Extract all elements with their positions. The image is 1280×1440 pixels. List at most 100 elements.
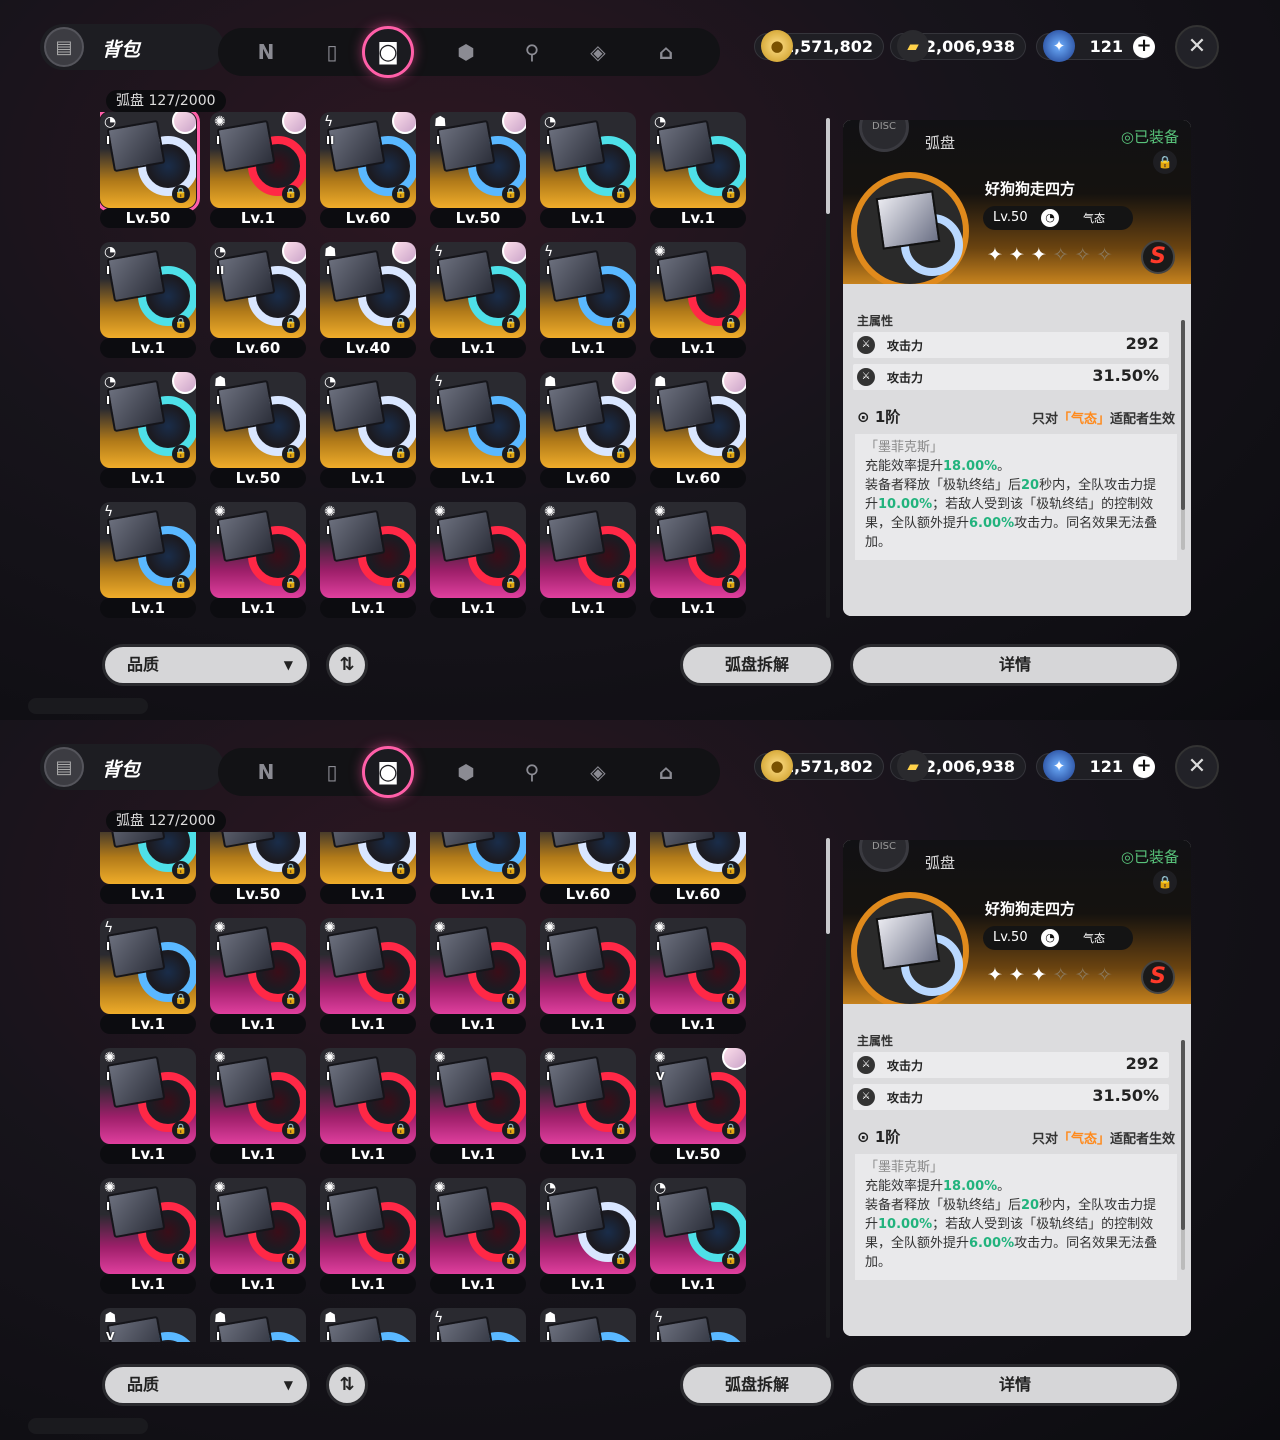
disc-slot[interactable]: 🔒 Lv.1 xyxy=(320,832,416,904)
grid-scrollbar-thumb[interactable] xyxy=(826,838,830,934)
detail-scrollbar-thumb[interactable] xyxy=(1181,1040,1185,1230)
disc-slot[interactable]: 🔒 Lv.50 xyxy=(210,832,306,904)
disc-slot[interactable]: ✺ I 🔒 Lv.1 xyxy=(650,502,746,618)
disc-slot[interactable]: ☗V🔒 xyxy=(100,1308,196,1342)
disc-slot[interactable]: ◔ I 🔒 Lv.1 xyxy=(650,1178,746,1294)
stat-row: ⚔ 攻击力 31.50% xyxy=(853,364,1169,390)
disc-slot[interactable]: ✺ I 🔒 Lv.1 xyxy=(210,918,306,1034)
disc-slot[interactable]: ✺ I 🔒 Lv.1 xyxy=(540,502,636,618)
disc-tab-icon[interactable]: ◙ xyxy=(362,746,414,798)
lock-icon[interactable]: 🔒 xyxy=(1153,870,1177,894)
disc-slot[interactable]: ✺ I 🔒 Lv.1 xyxy=(210,502,306,618)
details-button[interactable]: 详情 xyxy=(850,644,1180,686)
disc-slot[interactable]: 🔒 Lv.60 xyxy=(540,832,636,904)
disc-level: Lv.1 xyxy=(100,1274,196,1294)
disc-slot[interactable]: ◔ I 🔒 Lv.50 xyxy=(100,112,200,228)
disc-slot[interactable]: ◔ I 🔒 Lv.1 xyxy=(100,372,196,488)
disc-slot[interactable]: ☗ I 🔒 Lv.50 xyxy=(210,372,306,488)
home-icon[interactable]: ⌂ xyxy=(650,756,682,788)
attribute-icon: ☗ xyxy=(214,1310,227,1326)
food-icon[interactable]: ⚲ xyxy=(516,756,548,788)
disc-rank: I xyxy=(656,134,661,147)
home-icon[interactable]: ⌂ xyxy=(650,36,682,68)
tab-n-icon[interactable]: N xyxy=(250,36,282,68)
disc-slot[interactable]: ◔ I 🔒 Lv.1 xyxy=(540,112,636,228)
disc-slot[interactable]: ✺ I 🔒 Lv.1 xyxy=(320,1048,416,1164)
sort-toggle-button[interactable]: ⇅ xyxy=(326,1364,368,1406)
grid-scrollbar-thumb[interactable] xyxy=(826,118,830,214)
quality-filter-dropdown[interactable]: 品质 ▼ xyxy=(102,644,310,686)
disc-slot[interactable]: ◔ I 🔒 Lv.1 xyxy=(540,1178,636,1294)
disc-slot[interactable]: ✺ I 🔒 Lv.1 xyxy=(540,918,636,1034)
attribute-icon: ◔ xyxy=(324,374,337,390)
stat-row: ⚔ 攻击力 292 xyxy=(853,332,1169,358)
disc-tab-icon[interactable]: ◙ xyxy=(362,26,414,78)
disc-slot[interactable]: ☗I🔒 xyxy=(320,1308,416,1342)
disc-slot[interactable]: 🔒 Lv.60 xyxy=(650,832,746,904)
disc-slot[interactable]: ✺ I 🔒 Lv.1 xyxy=(320,918,416,1034)
attribute-icon: ϟ xyxy=(104,504,114,520)
disc-slot[interactable]: ϟ I 🔒 Lv.1 xyxy=(100,502,196,618)
disc-slot[interactable]: ✺ I 🔒 Lv.1 xyxy=(430,1048,526,1164)
disc-slot[interactable]: ✺ I 🔒 Lv.1 xyxy=(210,1178,306,1294)
disc-slot[interactable]: ☗ I 🔒 Lv.50 xyxy=(430,112,526,228)
disc-slot[interactable]: ϟ II 🔒 Lv.60 xyxy=(320,112,416,228)
disc-slot[interactable]: ✺ I 🔒 Lv.1 xyxy=(430,1178,526,1294)
sort-toggle-button[interactable]: ⇅ xyxy=(326,644,368,686)
disc-slot[interactable]: ✺ I 🔒 Lv.1 xyxy=(210,1048,306,1164)
disc-slot[interactable]: ◔ I 🔒 Lv.1 xyxy=(650,112,746,228)
lock-icon[interactable]: 🔒 xyxy=(1153,150,1177,174)
disc-slot[interactable]: ☗I🔒 xyxy=(210,1308,306,1342)
disc-slot[interactable]: ϟ I 🔒 Lv.1 xyxy=(430,242,526,358)
quality-filter-dropdown[interactable]: 品质 ▼ xyxy=(102,1364,310,1406)
disc-slot[interactable]: ✺ I 🔒 Lv.1 xyxy=(320,502,416,618)
disc-slot[interactable]: ✺ I 🔒 Lv.1 xyxy=(430,918,526,1034)
disc-slot[interactable]: ✺ I 🔒 Lv.1 xyxy=(430,502,526,618)
disc-slot[interactable]: ϟ I 🔒 Lv.1 xyxy=(540,242,636,358)
gameboy-icon[interactable]: ▯ xyxy=(316,756,348,788)
disc-slot[interactable]: ✺ I 🔒 Lv.1 xyxy=(540,1048,636,1164)
disc-slot[interactable]: ϟ I 🔒 Lv.1 xyxy=(430,372,526,488)
cube-icon[interactable]: ◈ xyxy=(582,36,614,68)
disc-slot[interactable]: ✺ I 🔒 Lv.1 xyxy=(320,1178,416,1294)
disc-slot[interactable]: 🔒 Lv.1 xyxy=(100,832,196,904)
tab-n-icon[interactable]: N xyxy=(250,756,282,788)
disc-slot[interactable]: ✺ I 🔒 Lv.1 xyxy=(650,918,746,1034)
disc-slot[interactable]: ϟI🔒 xyxy=(430,1308,526,1342)
disc-slot[interactable]: ✺ I 🔒 Lv.1 xyxy=(100,1178,196,1294)
dismantle-button[interactable]: 弧盘拆解 xyxy=(680,644,834,686)
cube-icon[interactable]: ◈ xyxy=(582,756,614,788)
disc-slot[interactable]: ✺ I 🔒 Lv.1 xyxy=(100,1048,196,1164)
disc-slot[interactable]: ✺ V 🔒 Lv.50 xyxy=(650,1048,746,1164)
lock-icon: 🔒 xyxy=(612,1121,630,1139)
disc-slot[interactable]: ☗ I 🔒 Lv.60 xyxy=(650,372,746,488)
disc-slot[interactable]: ☗ I 🔒 Lv.40 xyxy=(320,242,416,358)
disc-slot[interactable]: ϟI🔒 xyxy=(650,1308,746,1342)
add-gem-button[interactable]: + xyxy=(1133,36,1155,58)
add-gem-button[interactable]: + xyxy=(1133,756,1155,778)
box-icon[interactable]: ⬢ xyxy=(450,36,482,68)
dismantle-button[interactable]: 弧盘拆解 xyxy=(680,1364,834,1406)
bag-header[interactable]: ▤ 背包 xyxy=(40,744,224,790)
food-icon[interactable]: ⚲ xyxy=(516,36,548,68)
disc-slot[interactable]: ✺ I 🔒 Lv.1 xyxy=(650,242,746,358)
disc-slot[interactable]: ◔ I 🔒 Lv.1 xyxy=(320,372,416,488)
detail-scrollbar-thumb[interactable] xyxy=(1181,320,1185,510)
disc-slot[interactable]: ☗ I 🔒 Lv.60 xyxy=(540,372,636,488)
close-button[interactable]: ✕ xyxy=(1175,25,1219,69)
disc-slot[interactable]: ◔ I 🔒 Lv.1 xyxy=(100,242,196,358)
disc-rank: I xyxy=(106,394,111,407)
disc-slot[interactable]: ◔ II 🔒 Lv.60 xyxy=(210,242,306,358)
bag-header[interactable]: ▤ 背包 xyxy=(40,24,224,70)
disc-level: Lv.1 xyxy=(320,1274,416,1294)
disc-slot[interactable]: ☗I🔒 xyxy=(540,1308,636,1342)
box-icon[interactable]: ⬢ xyxy=(450,756,482,788)
gameboy-icon[interactable]: ▯ xyxy=(316,36,348,68)
disc-slot[interactable]: 🔒 Lv.1 xyxy=(430,832,526,904)
disc-slot[interactable]: ✺ I 🔒 Lv.1 xyxy=(210,112,306,228)
disc-slot[interactable]: ϟ I 🔒 Lv.1 xyxy=(100,918,196,1034)
disc-level: Lv.1 xyxy=(210,1014,306,1034)
disc-level: Lv.1 xyxy=(650,208,746,228)
close-button[interactable]: ✕ xyxy=(1175,745,1219,789)
details-button[interactable]: 详情 xyxy=(850,1364,1180,1406)
